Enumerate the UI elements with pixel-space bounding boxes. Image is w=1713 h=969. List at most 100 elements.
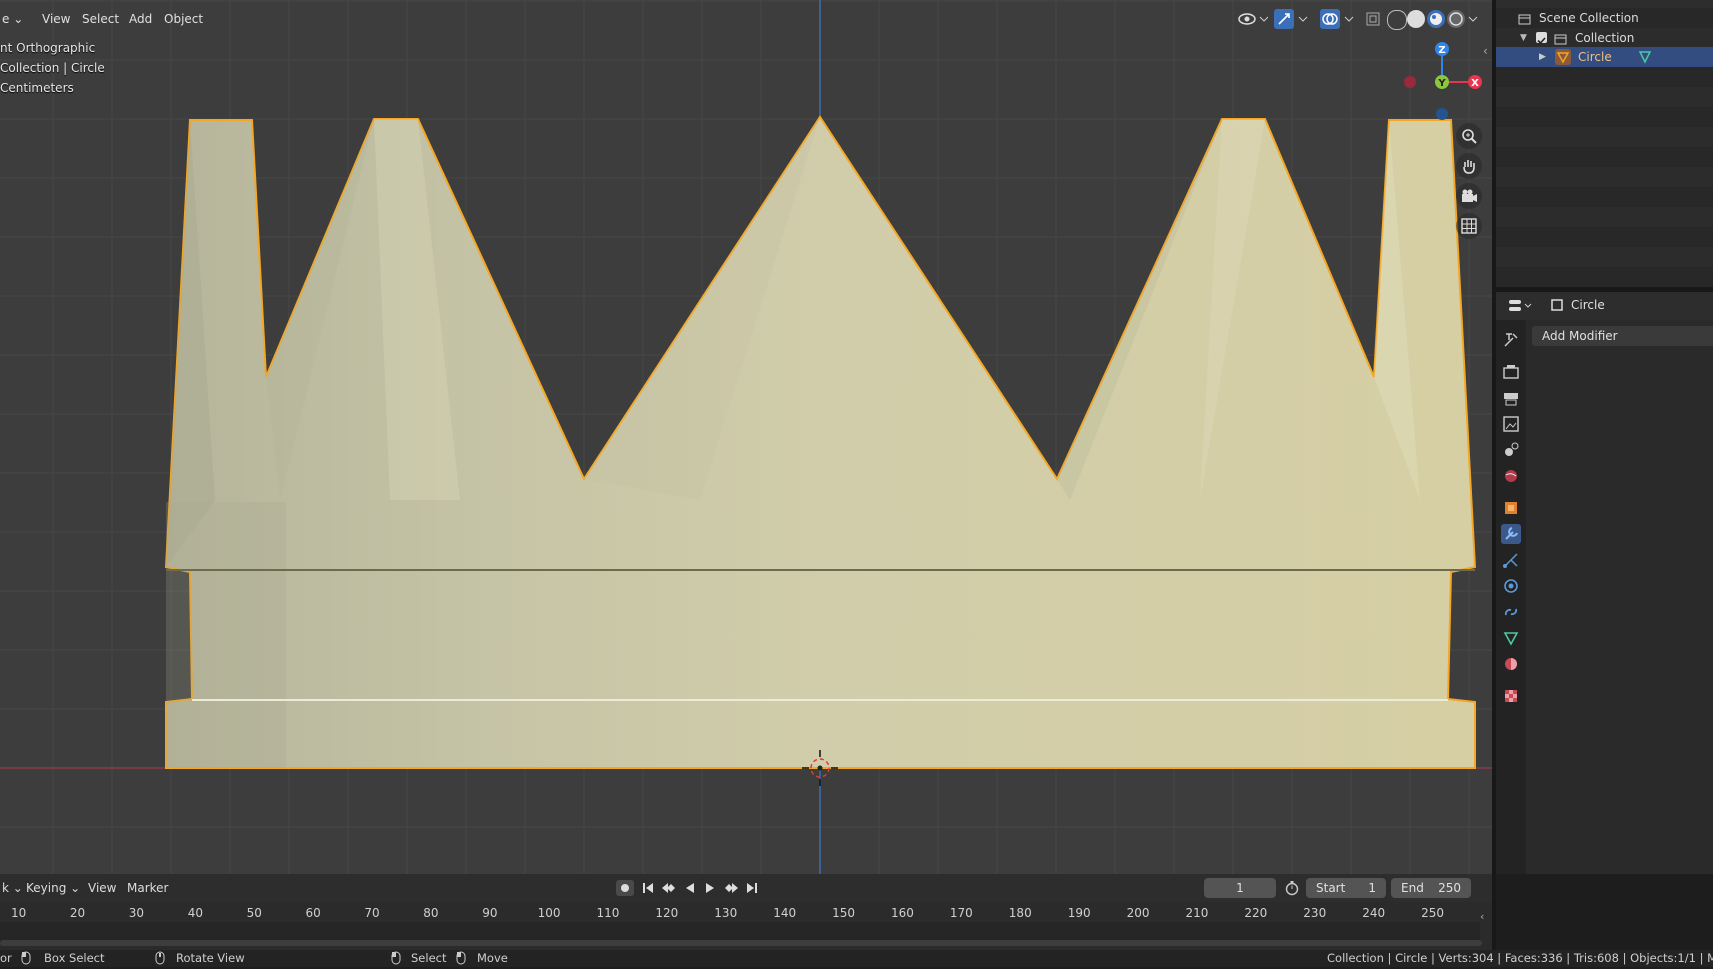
3d-viewport[interactable]: e ⌄ View Select Add Object nt Orthograph… (0, 0, 1492, 874)
status-box-select: Box Select (44, 951, 105, 965)
timeline: k ⌄ Keying ⌄ View Marker 1 Start 1 End 2… (0, 874, 1492, 950)
frame-tick-label: 150 (832, 906, 855, 920)
add-menu[interactable]: Add (123, 8, 158, 30)
data-icon[interactable] (1501, 628, 1521, 648)
properties-editor: Circle Add Modifier (1496, 292, 1713, 874)
select-menu[interactable]: Select (76, 8, 125, 30)
frame-tick-label: 240 (1362, 906, 1386, 920)
scene-icon[interactable] (1501, 440, 1521, 460)
view-projection-label: nt Orthographic (0, 41, 96, 55)
status-select: Select (411, 951, 447, 965)
outliner-collection[interactable]: ▼ Collection (1496, 28, 1713, 48)
modifier-icon[interactable] (1501, 524, 1521, 544)
frame-tick-label: 50 (246, 906, 262, 920)
frame-tick-label: 70 (364, 906, 380, 920)
visibility-eye-icon[interactable] (1238, 10, 1269, 31)
particles-icon[interactable] (1501, 550, 1521, 570)
mouse-middle-icon (154, 951, 166, 969)
zoom-icon[interactable] (1456, 123, 1482, 149)
units-label: Centimeters (0, 81, 74, 95)
hand-pan-icon[interactable] (1456, 153, 1482, 179)
editor-type-icon[interactable] (1508, 298, 1534, 317)
frame-tick-label: 100 (537, 906, 561, 920)
frame-tick-label: 230 (1303, 906, 1327, 920)
frame-tick-label: 250 (1421, 906, 1444, 920)
grid-icon[interactable] (1456, 213, 1482, 239)
mouse-drag-icon (455, 951, 467, 969)
frame-tick-label: 90 (482, 906, 498, 920)
properties-header: Circle (1496, 292, 1713, 320)
outliner-scene-collection[interactable]: Scene Collection (1496, 8, 1713, 28)
collection-checkbox[interactable] (1536, 32, 1547, 45)
wireframe-shading-icon[interactable] (1387, 10, 1407, 30)
timeline-scrollbar[interactable] (0, 940, 1482, 946)
status-left-fragment: or (0, 951, 12, 965)
mesh-object-icon (1555, 49, 1571, 65)
outliner: Scene Collection ▼ Collection ▶ Circle (1496, 0, 1713, 287)
frame-tick-label: 20 (69, 906, 86, 920)
frame-tick-label: 190 (1067, 906, 1091, 920)
object-expand-icon[interactable]: ▶ (1539, 47, 1546, 67)
xray-icon[interactable] (1364, 10, 1382, 31)
frame-tick-label: 120 (655, 906, 679, 920)
physics-icon[interactable] (1501, 576, 1521, 596)
timeline-track[interactable] (0, 922, 1480, 942)
frame-tick-label: 10 (11, 906, 27, 920)
object-label: Circle (1578, 50, 1612, 64)
gizmo-neg-z (1436, 108, 1448, 120)
gizmo-toggle-icon[interactable] (1274, 9, 1294, 29)
frame-tick-label: 160 (891, 906, 914, 920)
outliner-empty-rows (1496, 67, 1713, 287)
rendered-shading-icon[interactable] (1447, 10, 1465, 28)
viewport-header: e ⌄ View Select Add Object (0, 0, 1492, 38)
overlays-icon[interactable] (1320, 9, 1340, 29)
gizmo-dropdown-icon[interactable] (1297, 10, 1309, 31)
render-icon[interactable] (1501, 362, 1521, 382)
frame-tick-label: 110 (596, 906, 620, 920)
mode-dropdown[interactable]: e ⌄ (0, 8, 29, 30)
collection-expand-icon[interactable]: ▼ (1520, 28, 1527, 48)
overlays-dropdown-icon[interactable] (1343, 10, 1355, 31)
tool-icon[interactable] (1501, 330, 1521, 350)
constraints-icon[interactable] (1501, 602, 1521, 622)
scene-collection-label: Scene Collection (1539, 11, 1639, 25)
status-move: Move (477, 951, 508, 965)
outliner-object-circle[interactable]: ▶ Circle (1496, 47, 1713, 67)
material-shading-icon[interactable] (1427, 10, 1445, 28)
world-icon[interactable] (1501, 466, 1521, 486)
shading-dropdown-icon[interactable] (1467, 10, 1479, 31)
gizmo-neg-x (1404, 76, 1416, 88)
frame-tick-label: 40 (187, 906, 203, 920)
timeline-sidebar-toggle-icon[interactable]: ‹ (1480, 910, 1484, 923)
navigation-gizmo[interactable]: Z X Y (1396, 36, 1486, 126)
output-icon[interactable] (1501, 388, 1521, 408)
view-menu[interactable]: View (36, 8, 76, 30)
object-properties-icon[interactable] (1501, 498, 1521, 518)
frame-tick-label: 210 (1185, 906, 1209, 920)
solid-shading-icon[interactable] (1407, 10, 1425, 28)
texture-icon[interactable] (1501, 686, 1521, 706)
scene-statistics: Collection | Circle | Verts:304 | Faces:… (1327, 951, 1713, 965)
frame-tick-label: 180 (1008, 906, 1032, 920)
frame-tick-label: 220 (1244, 906, 1268, 920)
frame-tick-label: 30 (128, 906, 145, 920)
mouse-left-icon (20, 951, 32, 969)
view-layer-icon[interactable] (1501, 414, 1521, 434)
collection-label: Collection (1575, 31, 1635, 45)
frame-tick-label: 140 (773, 906, 797, 920)
svg-text:Y: Y (1437, 78, 1446, 89)
sidebar-toggle-icon[interactable]: ‹ (1483, 44, 1488, 58)
properties-tabs (1496, 320, 1526, 874)
frame-tick-label: 80 (423, 906, 439, 920)
status-rotate-view: Rotate View (176, 951, 245, 965)
frame-tick-label: 200 (1126, 906, 1150, 920)
object-menu[interactable]: Object (158, 8, 209, 30)
object-icon (1550, 298, 1564, 315)
material-icon[interactable] (1501, 654, 1521, 674)
crown-mesh (164, 115, 1477, 769)
camera-icon[interactable] (1456, 183, 1482, 209)
svg-text:Z: Z (1438, 45, 1445, 56)
collection-path-label: Collection | Circle (0, 61, 105, 75)
add-modifier-dropdown[interactable]: Add Modifier (1532, 326, 1713, 346)
frame-tick-label: 170 (949, 906, 973, 920)
